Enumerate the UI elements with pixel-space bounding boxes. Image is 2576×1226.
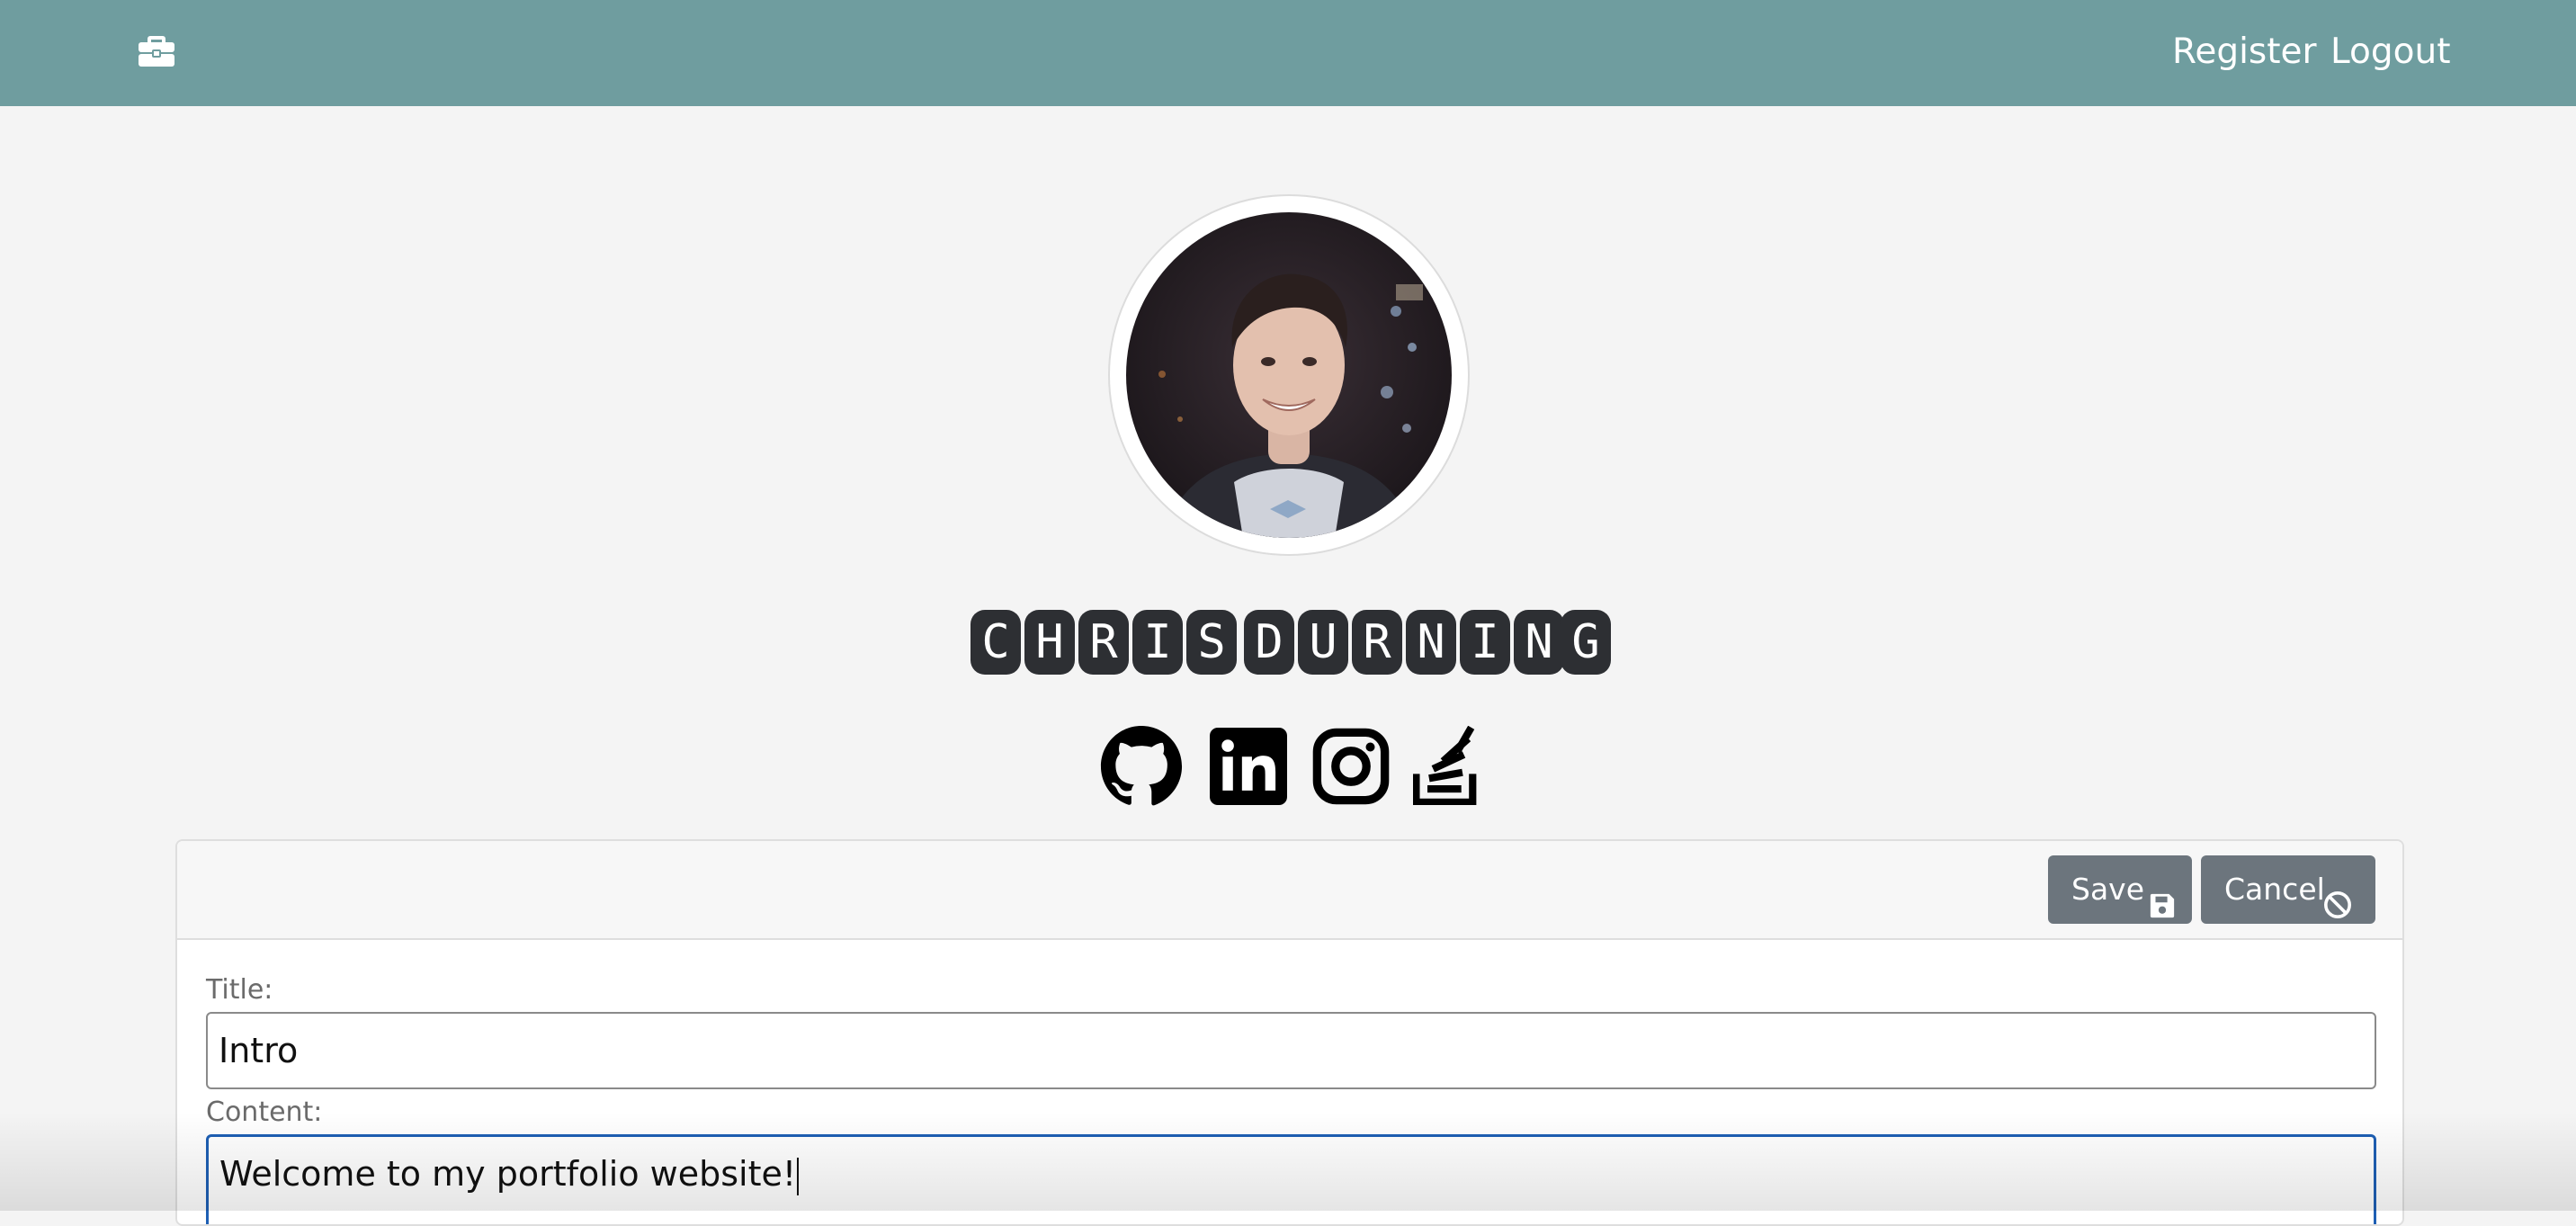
name-letter: C — [970, 610, 1021, 675]
top-navbar: Register Logout — [0, 0, 2576, 106]
editor-card: Save Cancel Title: Intro Content: Welcom… — [175, 839, 2404, 1226]
cancel-button[interactable]: Cancel — [2201, 855, 2375, 924]
ban-icon — [2323, 875, 2352, 944]
content-textarea[interactable]: Welcome to my portfolio website! — [206, 1134, 2376, 1224]
name-letter: I — [1460, 610, 1510, 675]
name-letter: H — [1024, 610, 1075, 675]
title-label: Title: — [206, 974, 273, 1006]
save-button[interactable]: Save — [2048, 855, 2192, 924]
instagram-icon[interactable] — [1312, 724, 1390, 805]
profile-name: C H R I S D U R N I N G — [970, 610, 1611, 675]
name-letter: G — [1561, 610, 1611, 675]
github-icon[interactable] — [1099, 724, 1184, 806]
name-letter: N — [1514, 610, 1564, 675]
text-cursor — [797, 1157, 800, 1195]
content-text: Welcome to my portfolio website! — [219, 1154, 797, 1194]
name-letter: S — [1186, 610, 1237, 675]
avatar — [1126, 212, 1452, 538]
name-letter: R — [1352, 610, 1402, 675]
title-input[interactable]: Intro — [206, 1012, 2376, 1089]
stackoverflow-icon[interactable] — [1413, 724, 1481, 805]
name-letter: N — [1406, 610, 1456, 675]
name-letter: I — [1132, 610, 1183, 675]
register-link[interactable]: Register — [2172, 27, 2317, 77]
save-label: Save — [2071, 872, 2145, 907]
name-letter: R — [1078, 610, 1129, 675]
name-letter: U — [1298, 610, 1348, 675]
linkedin-icon[interactable] — [1210, 724, 1287, 805]
editor-toolbar: Save Cancel — [177, 841, 2402, 940]
floppy-disk-icon — [2149, 875, 2176, 944]
cancel-label: Cancel — [2224, 872, 2325, 907]
briefcase-icon[interactable] — [138, 32, 175, 68]
name-letter: D — [1244, 610, 1294, 675]
content-label: Content: — [206, 1096, 323, 1128]
logout-link[interactable]: Logout — [2330, 27, 2451, 77]
